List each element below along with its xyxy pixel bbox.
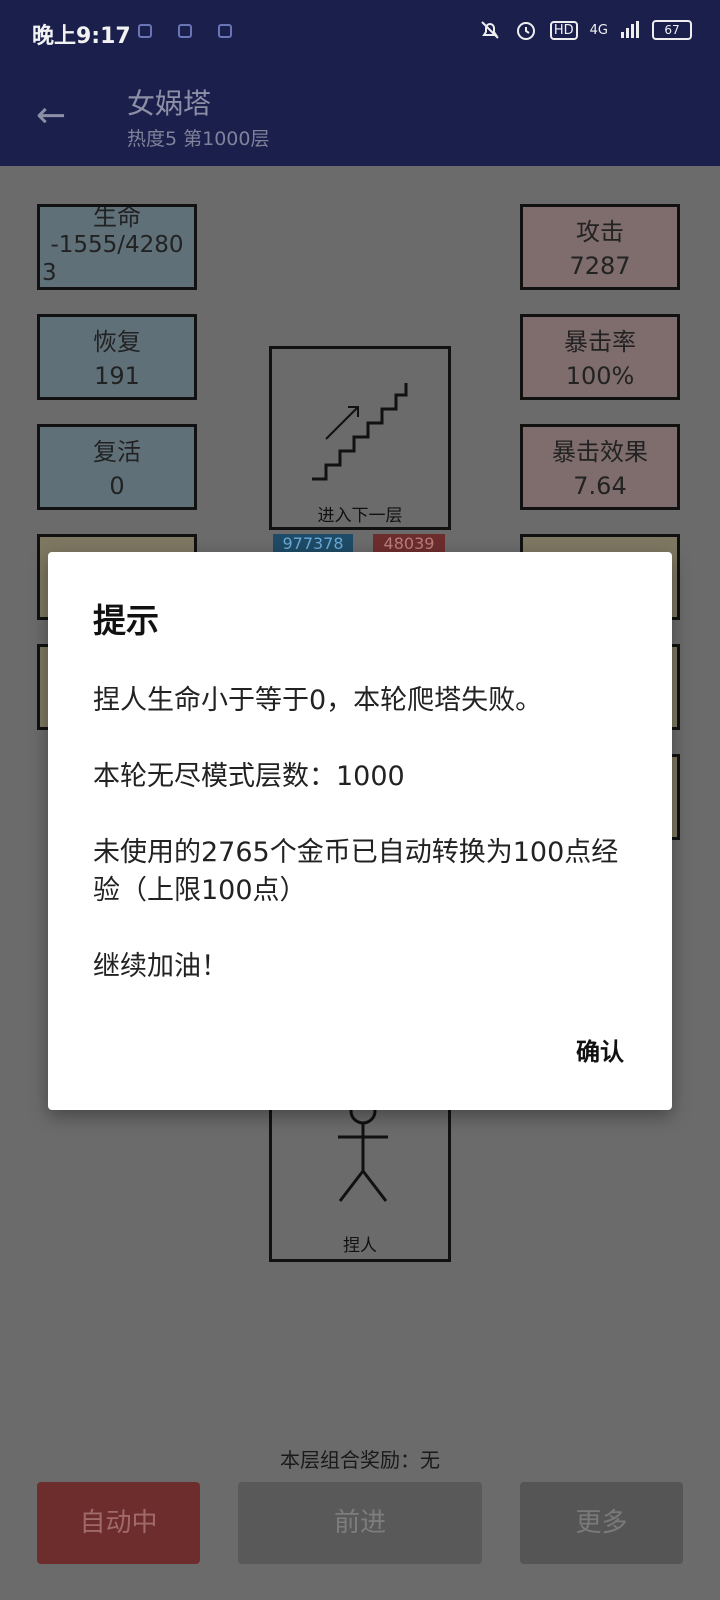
stat-value: -1555/4280	[50, 232, 184, 258]
back-arrow-icon[interactable]: ←	[36, 96, 76, 136]
auto-button[interactable]: 自动中	[37, 1482, 200, 1564]
app-notification-icon	[138, 24, 152, 38]
stat-label: 暴击效果	[552, 438, 648, 466]
dialog-message: 捏人生命小于等于0，本轮爬塔失败。 本轮无尽模式层数：1000 未使用的2765…	[93, 682, 633, 1024]
stat-label: 恢复	[93, 328, 141, 356]
more-button[interactable]: 更多	[520, 1482, 683, 1564]
page-title: 女娲塔	[127, 87, 212, 120]
stat-value: 7.64	[573, 472, 627, 500]
stat-regen: 恢复 191	[37, 314, 197, 400]
stat-label: 攻击	[576, 218, 624, 246]
stat-label: 复活	[93, 438, 141, 466]
network-icon: 4G	[589, 22, 608, 38]
stat-value: 0	[109, 472, 125, 500]
combo-reward-text: 本层组合奖励：无	[280, 1448, 440, 1472]
battery-icon: 67	[652, 20, 692, 40]
stat-label: 暴击率	[564, 328, 636, 356]
signal-icon	[621, 21, 639, 38]
bell-off-icon	[481, 21, 499, 39]
status-time: 晚上9:17	[32, 24, 131, 49]
dialog-title: 提示	[93, 601, 159, 640]
dialog-line: 未使用的2765个金币已自动转换为100点经验（上限100点）	[93, 837, 619, 906]
dialog-line: 捏人生命小于等于0，本轮爬塔失败。	[93, 685, 543, 716]
stat-value: 191	[94, 362, 140, 390]
status-icons: HD 4G 67	[478, 18, 692, 42]
next-floor-label: 进入下一层	[317, 506, 403, 526]
dialog-line: 继续加油！	[93, 951, 228, 982]
stick-figure-icon	[338, 1097, 388, 1202]
confirm-button[interactable]: 确认	[576, 1032, 624, 1067]
stat-value-overflow: 3	[42, 260, 57, 286]
stat-hp: 生命 -1555/4280 3	[37, 204, 197, 290]
stat-crit-rate: 暴击率 100%	[520, 314, 680, 400]
character-box[interactable]: 捏人	[269, 1094, 451, 1262]
dialog-line: 本轮无尽模式层数：1000	[93, 761, 405, 792]
enemy-hp-bar: 48039	[373, 534, 445, 554]
hd-icon: HD	[549, 20, 578, 40]
app-bar	[0, 64, 720, 166]
alarm-icon	[516, 22, 535, 40]
alert-dialog: 提示 捏人生命小于等于0，本轮爬塔失败。 本轮无尽模式层数：1000 未使用的2…	[48, 552, 672, 1110]
app-notification-icon	[178, 24, 192, 38]
stairs-icon	[312, 383, 408, 481]
stat-revive: 复活 0	[37, 424, 197, 510]
stat-value: 7287	[569, 252, 631, 280]
stat-label: 生命	[93, 204, 141, 231]
character-label: 捏人	[343, 1236, 377, 1256]
stat-attack: 攻击 7287	[520, 204, 680, 290]
notification-icons	[138, 24, 232, 38]
forward-button[interactable]: 前进	[238, 1482, 482, 1564]
stat-crit-effect: 暴击效果 7.64	[520, 424, 680, 510]
app-notification-icon	[218, 24, 232, 38]
player-hp-bar: 977378	[273, 534, 353, 554]
stat-value: 100%	[565, 362, 635, 390]
page-subtitle: 热度5 第1000层	[127, 128, 270, 150]
next-floor-button[interactable]: 进入下一层	[269, 346, 451, 530]
